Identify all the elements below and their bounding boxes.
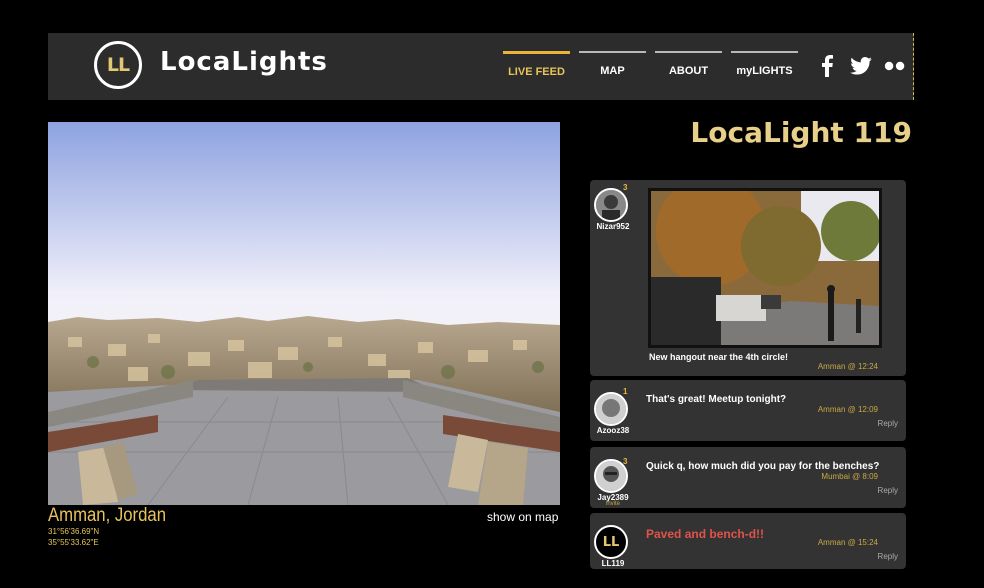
longitude: 35°55'33.62"E: [48, 538, 99, 547]
nav-about[interactable]: ABOUT: [655, 51, 722, 85]
post-meta: Amman @ 15:24: [817, 538, 878, 547]
latitude: 31°56'36.69"N: [48, 527, 100, 536]
reply-link[interactable]: Reply: [878, 552, 898, 561]
post-count-badge: 3: [623, 183, 628, 192]
username[interactable]: Nizar952: [590, 222, 636, 231]
feed-post: LL LL119 Paved and bench-d!! Amman @ 15:…: [590, 513, 906, 569]
post-meta: Amman @ 12:09: [817, 405, 878, 414]
post-count-badge: 1: [623, 387, 628, 396]
post-photo[interactable]: [648, 188, 882, 348]
reply-link[interactable]: Reply: [878, 486, 898, 495]
post-meta: Amman @ 12:24: [817, 362, 878, 371]
invite-link[interactable]: invite: [590, 501, 636, 507]
post-message: Quick q, how much did you pay for the be…: [646, 461, 880, 472]
post-message: New hangout near the 4th circle!: [649, 352, 789, 362]
twitter-icon[interactable]: [850, 54, 872, 78]
reply-link[interactable]: Reply: [878, 419, 898, 428]
main-nav: LIVE FEED MAP ABOUT myLIGHTS: [503, 51, 798, 85]
username[interactable]: Azooz38: [590, 426, 636, 435]
nav-map[interactable]: MAP: [579, 51, 646, 85]
avatar-initials: LL: [602, 534, 620, 550]
feed-title: LocaLight 119: [690, 116, 912, 149]
logo-initials: LL: [106, 54, 130, 76]
nav-live-feed[interactable]: LIVE FEED: [503, 51, 570, 85]
show-on-map-link[interactable]: show on map: [487, 510, 558, 524]
logo-mark[interactable]: LL: [94, 41, 142, 89]
post-meta: Mumbai @ 8:09: [821, 472, 878, 481]
feed-post: 1 Azooz38 That's great! Meetup tonight? …: [590, 380, 906, 441]
logo-text[interactable]: LocaLights: [160, 47, 328, 77]
location-photo[interactable]: [48, 122, 560, 505]
social-links: [816, 54, 906, 78]
facebook-icon[interactable]: [816, 54, 838, 78]
nav-mylights[interactable]: myLIGHTS: [731, 51, 798, 85]
post-message: Paved and bench-d!!: [646, 527, 765, 541]
username[interactable]: LL119: [590, 559, 636, 568]
post-message: That's great! Meetup tonight?: [646, 394, 787, 405]
avatar[interactable]: [594, 392, 628, 426]
flickr-icon[interactable]: [884, 54, 906, 78]
post-count-badge: 3: [623, 457, 628, 466]
place-name: Amman, Jordan: [48, 505, 167, 526]
site-header: LL LocaLights LIVE FEED MAP ABOUT myLIGH…: [48, 33, 914, 100]
avatar[interactable]: LL: [594, 525, 628, 559]
feed-post: 3 Nizar952 New hangout near the 4th circ…: [590, 180, 906, 376]
feed-post: 3 Jay2389 invite Quick q, how much did y…: [590, 447, 906, 508]
avatar[interactable]: [594, 188, 628, 222]
